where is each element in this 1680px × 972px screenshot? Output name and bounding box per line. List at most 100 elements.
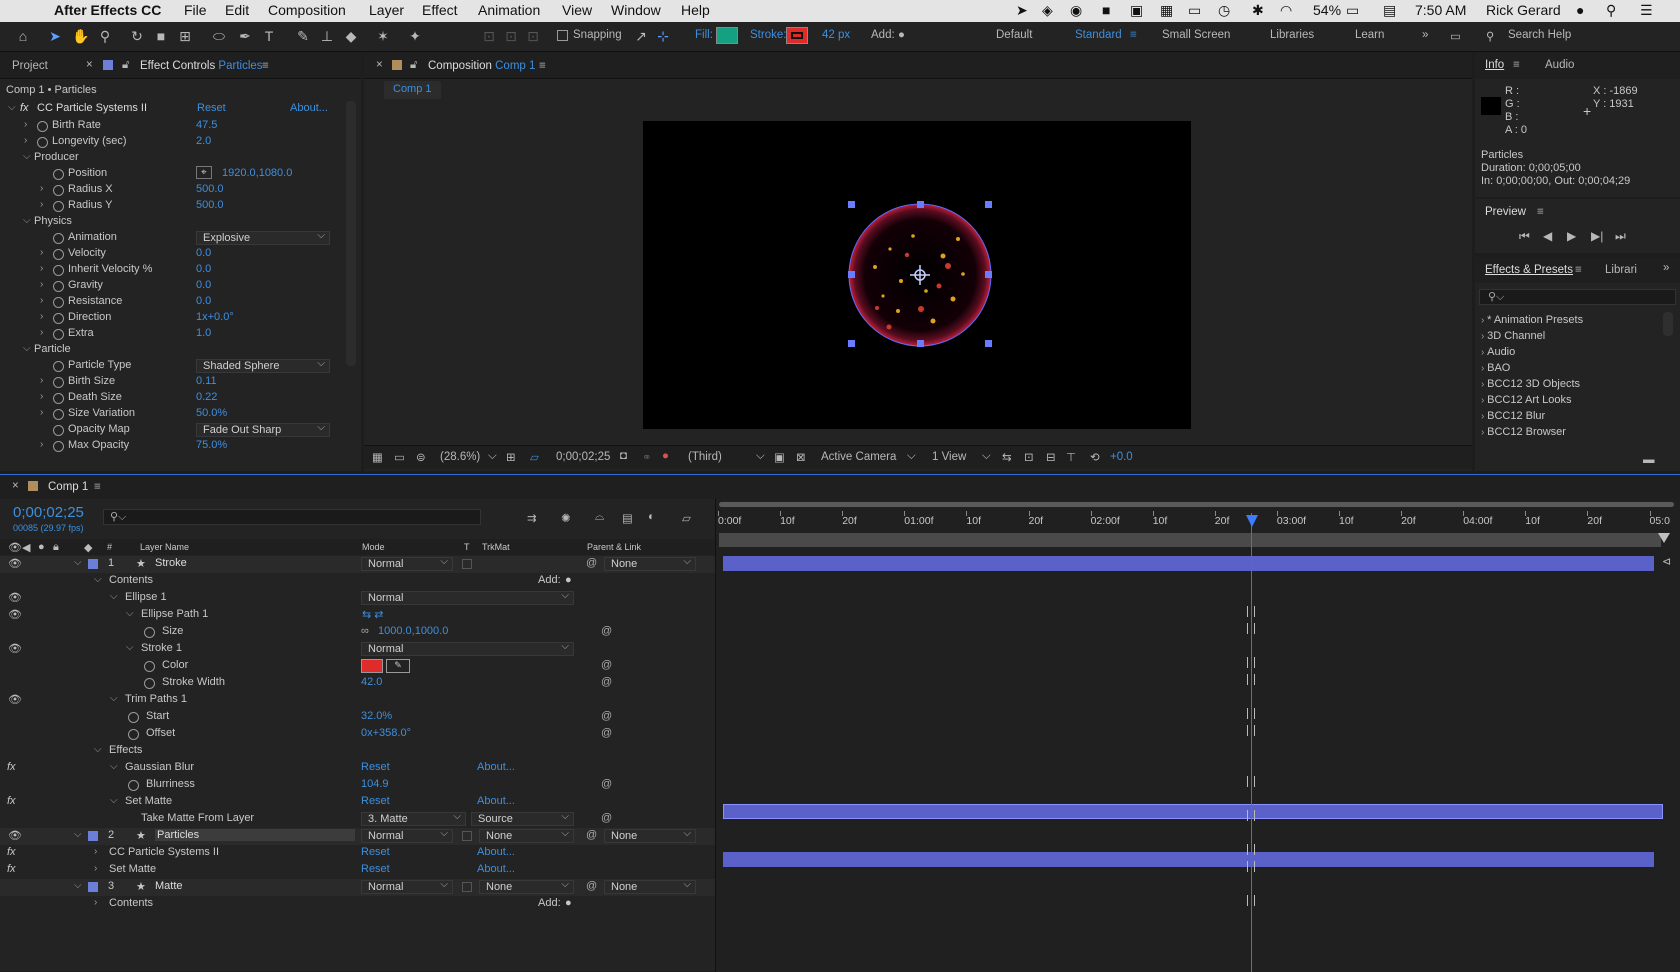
chevron-down-icon[interactable]: ⌵ <box>74 557 82 568</box>
stopwatch-icon[interactable] <box>53 249 64 260</box>
stopwatch-icon[interactable] <box>53 377 64 388</box>
visibility-eye-icon[interactable]: 👁︎ <box>8 693 22 706</box>
position-target-icon[interactable]: ⌖ <box>196 166 212 179</box>
effect-property-row[interactable]: Animation Explosive <box>0 230 345 247</box>
property-value[interactable]: 0.0 <box>196 279 211 291</box>
expression-pickwhip-icon[interactable]: @ <box>601 625 612 637</box>
row-name[interactable]: Stroke 1 <box>141 642 182 654</box>
grid-icon[interactable]: ⊞ <box>506 450 516 464</box>
panel-menu-icon[interactable]: ≡ <box>94 481 101 493</box>
scrollbar[interactable] <box>1663 312 1673 336</box>
exposure-value[interactable]: +0.0 <box>1110 451 1133 463</box>
pan-behind-tool-icon[interactable]: ⊞ <box>176 27 194 45</box>
camera-tool-icon[interactable]: ■ <box>152 27 170 45</box>
fill-label[interactable]: Fill: <box>695 29 713 41</box>
tab-audio[interactable]: Audio <box>1545 59 1574 71</box>
chevron-right-icon[interactable]: › <box>40 375 43 386</box>
stopwatch-icon[interactable] <box>53 409 64 420</box>
stopwatch-icon[interactable] <box>53 185 64 196</box>
property-row[interactable]: fx › Set Matte Reset About... <box>0 862 715 879</box>
effect-property-row[interactable]: Opacity Map Fade Out Sharp <box>0 422 345 439</box>
about-link[interactable]: About... <box>290 102 328 114</box>
stopwatch-icon[interactable] <box>144 661 155 672</box>
panel-menu-icon[interactable]: ≡ <box>262 60 269 72</box>
always-preview-icon[interactable]: ▦ <box>372 450 383 464</box>
reset-link[interactable]: Reset <box>361 795 390 807</box>
clone-stamp-tool-icon[interactable]: ⊥ <box>318 27 336 45</box>
roto-brush-tool-icon[interactable]: ✶ <box>374 27 392 45</box>
property-value[interactable]: 0.22 <box>196 391 217 403</box>
label-color-icon[interactable] <box>88 882 98 892</box>
resolution-select[interactable]: (Third) <box>688 451 722 463</box>
chevron-right-icon[interactable]: › <box>40 391 43 402</box>
expression-pickwhip-icon[interactable]: @ <box>601 659 612 671</box>
brush-tool-icon[interactable]: ✎ <box>294 27 312 45</box>
label-color-icon[interactable] <box>88 559 98 569</box>
fx-icon[interactable]: fx <box>7 761 16 773</box>
effect-property-row[interactable]: › Size Variation 50.0% <box>0 406 345 423</box>
close-icon[interactable]: × <box>86 59 93 71</box>
tab-effect-controls[interactable]: Effect Controls Particles <box>140 60 263 72</box>
battery-icon[interactable]: ▭ <box>1346 2 1359 19</box>
layer-name-header[interactable]: Layer Name <box>140 542 189 552</box>
visibility-eye-icon[interactable]: 👁︎ <box>8 829 22 842</box>
rotate-tool-icon[interactable]: ↻ <box>128 27 146 45</box>
fast-previews-icon[interactable]: ⊡ <box>1024 450 1034 464</box>
trkmat-dropdown[interactable]: Source <box>471 811 574 826</box>
panel-menu-icon[interactable]: ≡ <box>1537 206 1544 218</box>
add-button-icon[interactable]: ● <box>898 29 905 41</box>
navigator-bar[interactable] <box>719 502 1674 507</box>
stopwatch-icon[interactable] <box>37 121 48 132</box>
label-color-icon[interactable] <box>88 831 98 841</box>
chevron-down-icon[interactable]: ⌵ <box>23 343 31 354</box>
play-icon[interactable]: ▶ <box>1567 229 1576 243</box>
menu-composition[interactable]: Composition <box>268 2 346 18</box>
comp-viewer-tab[interactable]: Comp 1 <box>384 81 441 99</box>
stopwatch-icon[interactable] <box>128 729 139 740</box>
lock-icon[interactable]: 🔓︎ <box>122 59 129 72</box>
chevron-down-icon[interactable]: ⌵ <box>94 574 102 585</box>
chevron-down-icon[interactable]: ⌵ <box>74 880 82 891</box>
property-row[interactable]: ⌵ Contents Add: ● <box>0 573 715 590</box>
effects-list-item[interactable]: › Audio <box>1481 346 1515 358</box>
effect-property-row[interactable]: Particle Type Shaded Sphere <box>0 358 345 375</box>
axis-view-icon[interactable]: ⊡ <box>524 27 542 45</box>
pick-whip-icon[interactable]: @ <box>586 880 597 892</box>
work-area-bar[interactable] <box>719 533 1661 547</box>
property-row[interactable]: Size 1000.0,1000.0 ∞ @ <box>0 624 715 641</box>
about-link[interactable]: About... <box>477 846 515 858</box>
zoom-select[interactable]: (28.6%) <box>440 451 480 463</box>
row-name[interactable]: Stroke Width <box>162 676 225 688</box>
row-name[interactable]: Offset <box>146 727 175 739</box>
chevron-down-icon[interactable]: ⌵ <box>488 450 497 463</box>
effect-property-row[interactable]: Position ⌖ 1920.0,1080.0 <box>0 166 345 183</box>
pick-whip-icon[interactable]: @ <box>586 829 597 841</box>
timeline-icon[interactable]: ⊟ <box>1046 450 1056 464</box>
property-row[interactable]: fx › CC Particle Systems II Reset About... <box>0 845 715 862</box>
panel-menu-icon[interactable]: ≡ <box>1575 264 1582 276</box>
property-value[interactable]: 2.0 <box>196 135 211 147</box>
property-row[interactable]: Start 32.0% @ <box>0 709 715 726</box>
effect-property-row[interactable]: ⌵ Producer <box>0 150 345 167</box>
layer-bar-particles[interactable] <box>723 804 1663 819</box>
path-direction-icon[interactable]: ⇆ ⇄ <box>362 608 384 621</box>
workspace-learn[interactable]: Learn <box>1355 29 1384 41</box>
chevron-right-icon[interactable]: › <box>24 135 27 146</box>
chevron-right-icon[interactable]: › <box>40 279 43 290</box>
screen-icon[interactable]: ▣ <box>1130 2 1143 19</box>
property-value[interactable]: 500.0 <box>196 199 224 211</box>
property-row[interactable]: Stroke Width 42.0 @ <box>0 675 715 692</box>
row-name[interactable]: Color <box>162 659 188 671</box>
layer-row[interactable]: 👁︎ 1 ★ ⌵ Stroke Normal @ None <box>0 556 715 573</box>
time-machine-icon[interactable]: ◷ <box>1218 2 1230 19</box>
property-value[interactable]: 42.0 <box>361 676 382 688</box>
property-value[interactable]: 32.0% <box>361 710 392 722</box>
chevron-right-icon[interactable]: › <box>40 439 43 450</box>
playhead-icon[interactable] <box>1246 515 1258 527</box>
stopwatch-icon[interactable] <box>53 313 64 324</box>
property-row[interactable]: › Contents Add: ● <box>0 896 715 913</box>
row-name[interactable]: Ellipse Path 1 <box>141 608 208 620</box>
type-tool-icon[interactable]: T <box>260 27 278 45</box>
eraser-tool-icon[interactable]: ◆ <box>342 27 360 45</box>
location-icon[interactable]: ➤ <box>1016 2 1028 19</box>
